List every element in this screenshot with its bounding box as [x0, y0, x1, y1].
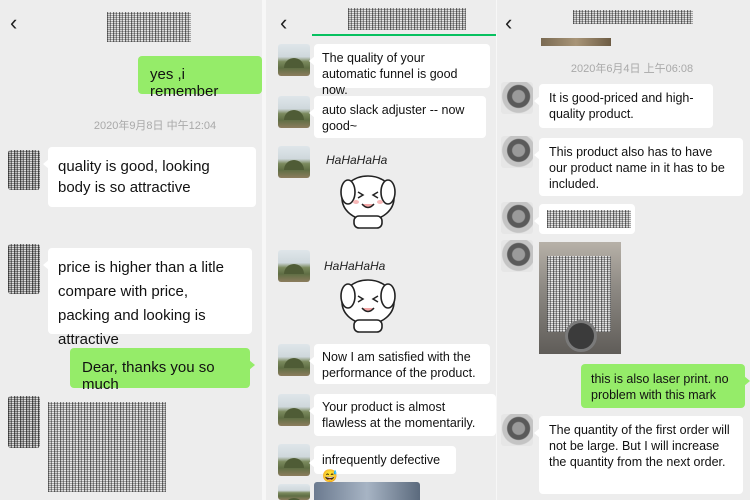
chat-panel-3: ‹ 2020年6月4日 上午06:08 It is good-priced an… [497, 0, 750, 500]
dog-laughing-sticker[interactable]: HaHaHaHa [318, 252, 416, 336]
chat-panel-2: ‹ The quality of your automatic funnel i… [266, 0, 496, 500]
avatar[interactable] [8, 396, 40, 448]
message-text: infrequently defective😅 [322, 453, 441, 483]
tire-valve-icon [565, 320, 597, 352]
contact-name-redacted [348, 8, 466, 30]
dog-laughing-sticker[interactable]: HaHaHaHa [318, 146, 416, 232]
message-incoming[interactable]: It is good-priced and high-quality produ… [534, 84, 713, 128]
avatar[interactable] [278, 444, 310, 476]
message-text: auto slack adjuster -- now good~ [322, 103, 465, 133]
message-text: yes ,i remember [150, 66, 219, 100]
message-text: this is also laser print. no problem wit… [591, 372, 729, 402]
image-message[interactable] [314, 482, 420, 500]
image-message-redacted[interactable] [48, 402, 166, 492]
message-outgoing[interactable]: this is also laser print. no problem wit… [581, 364, 750, 408]
avatar[interactable] [278, 96, 310, 128]
chat-panel-1: ‹ yes ,i remember 2020年9月8日 中午12:04 qual… [0, 0, 262, 500]
message-text: Your product is almost flawless at the m… [322, 400, 476, 430]
message-incoming[interactable]: Now I am satisfied with the performance … [309, 344, 490, 384]
avatar[interactable] [501, 82, 533, 114]
message-text: It is good-priced and high-quality produ… [549, 91, 694, 121]
timestamp: 2020年6月4日 上午06:08 [570, 63, 694, 75]
message-incoming[interactable]: This product also has to have our produc… [534, 138, 743, 196]
avatar[interactable] [8, 244, 40, 294]
message-incoming[interactable]: auto slack adjuster -- now good~ [309, 96, 486, 138]
chevron-left-icon[interactable]: ‹ [505, 12, 519, 34]
title-underline [312, 34, 496, 36]
avatar[interactable] [501, 414, 533, 446]
message-text: The quantity of the first order will not… [549, 423, 730, 469]
message-text: quality is good, looking body is so attr… [58, 158, 210, 196]
message-outgoing[interactable]: Dear, thanks you so much [70, 348, 255, 393]
avatar[interactable] [8, 150, 40, 190]
message-incoming[interactable]: The quality of your automatic funnel is … [309, 44, 490, 97]
message-incoming[interactable]: price is higher than a litle compare wit… [43, 248, 252, 348]
message-outgoing[interactable]: yes ,i remember [138, 56, 262, 100]
message-incoming[interactable]: The quantity of the first order will not… [534, 416, 743, 494]
sticker-caption: HaHaHaHa [324, 259, 386, 273]
image-message-top[interactable] [541, 38, 611, 46]
contact-name-redacted [107, 12, 191, 42]
avatar[interactable] [278, 394, 310, 426]
contact-name-redacted [573, 10, 693, 24]
sticker-caption: HaHaHaHa [326, 153, 388, 167]
chevron-left-icon[interactable]: ‹ [280, 12, 294, 34]
chevron-left-icon[interactable]: ‹ [10, 12, 24, 34]
avatar[interactable] [278, 250, 310, 282]
avatar[interactable] [501, 240, 533, 272]
avatar[interactable] [278, 146, 310, 178]
message-incoming[interactable]: infrequently defective😅 [309, 446, 456, 483]
avatar[interactable] [501, 136, 533, 168]
avatar[interactable] [501, 202, 533, 234]
message-incoming[interactable]: Your product is almost flawless at the m… [309, 394, 496, 436]
avatar[interactable] [278, 484, 310, 500]
message-text: price is higher than a litle compare wit… [58, 259, 224, 348]
timestamp: 2020年9月8日 中午12:04 [93, 120, 217, 132]
redacted-text [547, 210, 631, 228]
message-text: Dear, thanks you so much [82, 359, 215, 393]
avatar[interactable] [278, 344, 310, 376]
message-text: Now I am satisfied with the performance … [322, 350, 476, 380]
message-text: This product also has to have our produc… [549, 145, 725, 191]
message-incoming-redacted[interactable] [534, 204, 635, 234]
message-text: The quality of your automatic funnel is … [322, 51, 458, 97]
message-incoming[interactable]: quality is good, looking body is so attr… [43, 147, 256, 207]
avatar[interactable] [278, 44, 310, 76]
image-message[interactable] [539, 242, 621, 354]
